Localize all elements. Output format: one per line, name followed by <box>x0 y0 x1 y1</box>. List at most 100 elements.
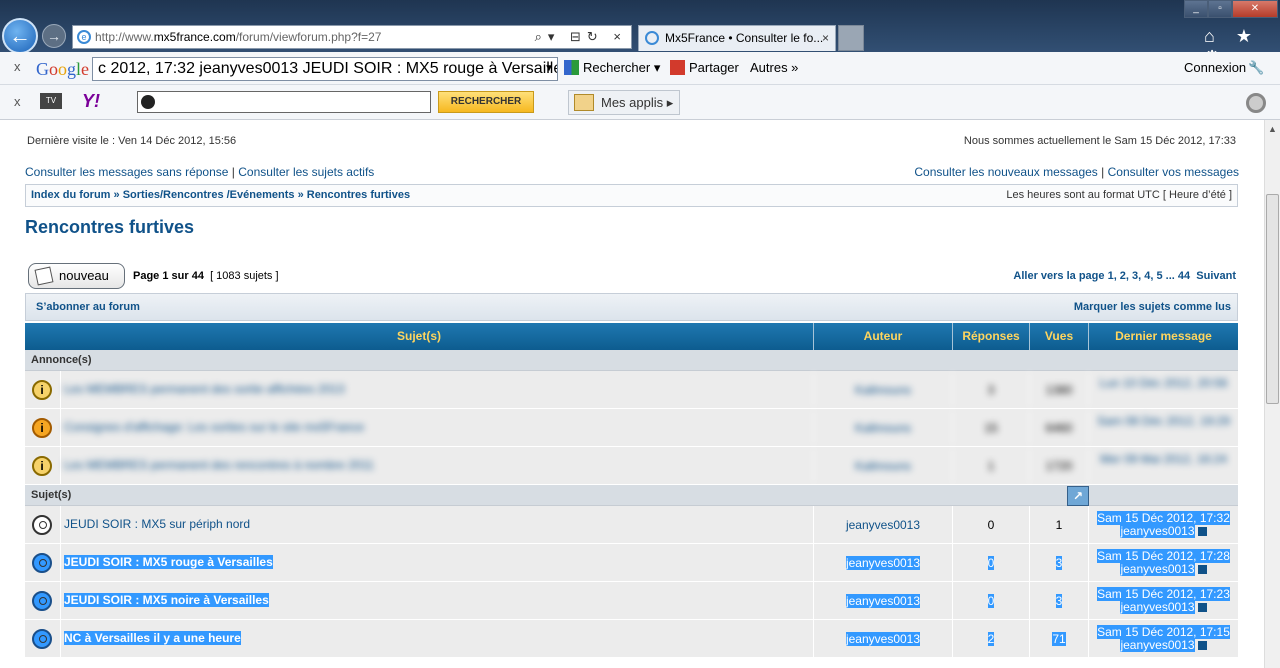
breadcrumb-forum[interactable]: Rencontres furtives <box>307 189 410 201</box>
topic-row[interactable]: JEUDI SOIR : MX5 rouge à Versailles jean… <box>25 544 1238 582</box>
topic-title[interactable]: NC à Versailles il y a une heure <box>64 631 241 645</box>
table-header: Sujet(s) Auteur Réponses Vues Dernier me… <box>25 323 1238 350</box>
author[interactable]: jeanyves0013 <box>813 620 952 657</box>
topic-read-icon <box>32 591 52 611</box>
share-button[interactable]: Partager <box>670 60 739 75</box>
topic-row[interactable]: NC à Versailles il y a une heure jeanyve… <box>25 620 1238 658</box>
last-post[interactable]: Sam 15 Déc 2012, 17:23 jeanyves0013 <box>1088 582 1238 619</box>
url-prefix: http://www. <box>95 30 154 44</box>
tab-title: Mx5France • Consulter le fo... <box>665 31 824 45</box>
google-toolbar: x Google c 2012, 17:32 jeanyves0013 JEUD… <box>0 52 1280 85</box>
subscribe-link[interactable]: S’abonner au forum <box>36 301 140 313</box>
breadcrumb-index[interactable]: Index du forum <box>31 189 110 201</box>
search-icon <box>141 95 155 109</box>
toolbar-close-icon[interactable]: x <box>14 94 21 109</box>
close-icon[interactable]: ✕ <box>1232 0 1278 18</box>
col-author: Auteur <box>813 323 952 350</box>
replies: 0 <box>952 582 1029 619</box>
apps-button[interactable]: Mes applis ▸ <box>568 90 680 115</box>
gear-icon[interactable] <box>1246 93 1266 113</box>
topic-title[interactable]: JEUDI SOIR : MX5 sur périph nord <box>64 517 250 531</box>
tab-close-icon[interactable]: × <box>822 26 829 50</box>
your-posts-link[interactable]: Consulter vos messages <box>1108 165 1239 179</box>
expand-icon[interactable]: ↗ <box>1067 486 1089 506</box>
topic-title[interactable]: Les MEMBRES permanent des sortie affiché… <box>64 382 345 396</box>
scrollbar-thumb[interactable] <box>1266 194 1279 404</box>
maximize-icon[interactable]: ▫ <box>1208 0 1232 18</box>
google-search-value: c 2012, 17:32 jeanyves0013 JEUDI SOIR : … <box>98 60 558 77</box>
replies: 1 <box>952 447 1029 484</box>
pagination[interactable]: Aller vers la page 1, 2, 3, 4, 5 ... 44 … <box>1013 270 1236 282</box>
mark-read-link[interactable]: Marquer les sujets comme lus <box>1074 294 1231 320</box>
topic-read-icon <box>32 553 52 573</box>
last-visit: Dernière visite le : Ven 14 Déc 2012, 15… <box>27 135 237 147</box>
last-post[interactable]: Sam 15 Déc 2012, 17:28 jeanyves0013 <box>1088 544 1238 581</box>
ie-icon: e <box>77 30 91 44</box>
announcement-row[interactable]: i Les MEMBRES permanent des rencontres à… <box>25 447 1238 485</box>
announcement-icon: i <box>32 456 52 476</box>
view-latest-icon[interactable] <box>1197 603 1207 612</box>
author[interactable]: jeanyves0013 <box>813 544 952 581</box>
author[interactable]: jeanyves0013 <box>813 582 952 619</box>
scroll-up-icon[interactable]: ▲ <box>1268 124 1277 134</box>
page-title[interactable]: Rencontres furtives <box>25 217 194 238</box>
author[interactable]: Kallmouns <box>813 447 952 484</box>
section-announcements: Annonce(s) <box>25 350 1238 371</box>
url-path: /forum/viewforum.php?f=27 <box>235 30 382 44</box>
author[interactable]: jeanyves0013 <box>813 506 952 543</box>
wrench-icon[interactable]: 🔧 <box>1248 60 1264 76</box>
toolbar-close-icon[interactable]: x <box>14 59 21 74</box>
last-post[interactable]: Lun 10 Déc 2012, 20:56 <box>1088 371 1238 408</box>
new-posts-link[interactable]: Consulter les nouveaux messages <box>914 165 1097 179</box>
replies: 2 <box>952 620 1029 657</box>
topic-row[interactable]: JEUDI SOIR : MX5 noire à Versailles jean… <box>25 582 1238 620</box>
topic-title[interactable]: JEUDI SOIR : MX5 rouge à Versailles <box>64 555 273 569</box>
topic-title[interactable]: JEUDI SOIR : MX5 noire à Versailles <box>64 593 269 607</box>
author[interactable]: Kallmouns <box>813 409 952 446</box>
page-info: Page 1 sur 44 [ 1083 sujets ] <box>133 270 279 282</box>
view-latest-icon[interactable] <box>1197 641 1207 650</box>
last-post[interactable]: Mer 09 Mai 2012, 16:24 <box>1088 447 1238 484</box>
minimize-icon[interactable]: _ <box>1184 0 1208 18</box>
google-search-button[interactable]: Rechercher ▾ <box>564 60 660 76</box>
section-topics: Sujet(s) ↗ <box>25 485 1238 506</box>
yahoo-search-button[interactable]: RECHERCHER <box>438 91 534 113</box>
active-topics-link[interactable]: Consulter les sujets actifs <box>238 165 374 179</box>
view-latest-icon[interactable] <box>1197 565 1207 574</box>
new-topic-button[interactable]: nouveau <box>28 263 125 289</box>
tv-icon[interactable]: TV <box>40 93 62 109</box>
col-last-post: Dernier message <box>1088 323 1238 350</box>
links-left: Consulter les messages sans réponse | Co… <box>25 165 375 179</box>
topic-title[interactable]: Les MEMBRES permanent des rencontres à n… <box>64 458 374 472</box>
author[interactable]: Kallmouns <box>813 371 952 408</box>
forward-button[interactable]: → <box>42 24 66 48</box>
more-button[interactable]: Autres » <box>750 60 798 75</box>
google-search-input[interactable]: c 2012, 17:32 jeanyves0013 JEUDI SOIR : … <box>92 57 558 81</box>
announcement-row[interactable]: i Les MEMBRES permanent des sortie affic… <box>25 371 1238 409</box>
replies: 0 <box>952 506 1029 543</box>
yahoo-logo[interactable]: Y! <box>82 91 100 112</box>
topic-title[interactable]: Consignes d'affichage: Les sorties sur l… <box>64 420 364 434</box>
forum-page: Dernière visite le : Ven 14 Déc 2012, 15… <box>25 120 1239 668</box>
unanswered-link[interactable]: Consulter les messages sans réponse <box>25 165 228 179</box>
breadcrumb: Index du forum » Sorties/Rencontres /Evé… <box>25 184 1238 207</box>
address-bar[interactable]: e http://www.mx5france.com/forum/viewfor… <box>72 25 632 49</box>
topics-table: Sujet(s) Auteur Réponses Vues Dernier me… <box>25 323 1238 658</box>
address-bar-icons[interactable]: ⌕▾ ⊟↻ × <box>535 26 627 48</box>
last-post[interactable]: Sam 08 Déc 2012, 19:29 <box>1088 409 1238 446</box>
topic-read-icon <box>32 515 52 535</box>
yahoo-search-input[interactable] <box>137 91 431 113</box>
dropdown-icon[interactable]: ▼ <box>544 58 554 80</box>
browser-tab-active[interactable]: Mx5France • Consulter le fo... × <box>638 25 836 51</box>
scrollbar[interactable]: ▲ <box>1264 120 1280 668</box>
topic-row[interactable]: JEUDI SOIR : MX5 sur périph nord jeanyve… <box>25 506 1238 544</box>
last-post[interactable]: Sam 15 Déc 2012, 17:32 jeanyves0013 <box>1088 506 1238 543</box>
login-button[interactable]: Connexion <box>1184 60 1246 75</box>
back-button[interactable]: ← <box>2 18 38 54</box>
last-post[interactable]: Sam 15 Déc 2012, 17:15 jeanyves0013 <box>1088 620 1238 657</box>
views: 6460 <box>1029 409 1088 446</box>
announcement-row[interactable]: i Consignes d'affichage: Les sorties sur… <box>25 409 1238 447</box>
view-latest-icon[interactable] <box>1197 527 1207 536</box>
new-tab-button[interactable] <box>838 25 864 51</box>
breadcrumb-category[interactable]: Sorties/Rencontres /Evénements <box>123 189 295 201</box>
